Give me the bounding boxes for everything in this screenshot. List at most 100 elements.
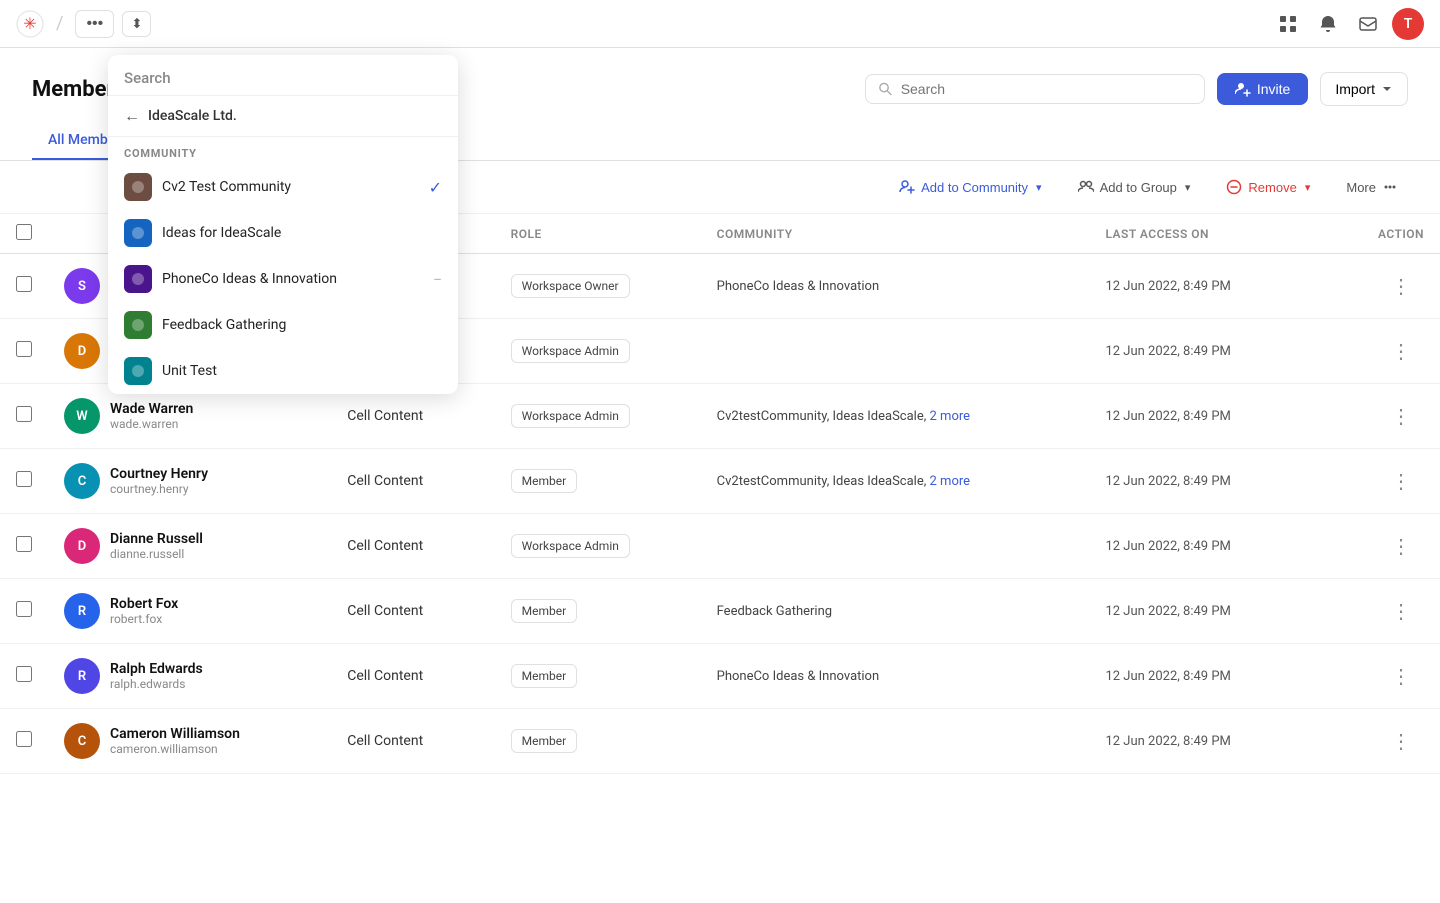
last-access: 12 Jun 2022, 8:49 PM (1105, 409, 1230, 424)
import-button[interactable]: Import (1320, 72, 1408, 106)
breadcrumb-more-button[interactable]: ••• (75, 10, 114, 38)
add-to-group-button[interactable]: Add to Group ▾ (1068, 173, 1201, 201)
search-input[interactable] (901, 81, 1192, 97)
role-badge: Member (511, 664, 578, 688)
avatar: S (64, 268, 100, 304)
breadcrumb-slash: / (56, 13, 63, 34)
dropdown-item-label: Feedback Gathering (162, 317, 286, 333)
member-cell: W Wade Warren wade.warren (64, 398, 315, 434)
member-name: Courtney Henry (110, 466, 208, 482)
dropdown-back-label: IdeaScale Ltd. (148, 108, 237, 124)
dropdown-item-icon (124, 173, 152, 201)
role-badge: Workspace Owner (511, 274, 630, 298)
community-text: Feedback Gathering (717, 604, 832, 619)
cell-content: Cell Content (347, 603, 423, 619)
member-username: cameron.williamson (110, 742, 240, 756)
last-access: 12 Jun 2022, 8:49 PM (1105, 474, 1230, 489)
dropdown-community-item[interactable]: PhoneCo Ideas & Innovation − (108, 256, 458, 302)
member-name: Wade Warren (110, 401, 193, 417)
community-more-link[interactable]: 2 more (930, 474, 971, 489)
notifications-icon[interactable] (1312, 8, 1344, 40)
add-community-label: Add to Community (921, 180, 1028, 195)
cell-content: Cell Content (347, 668, 423, 684)
member-cell: C Courtney Henry courtney.henry (64, 463, 315, 499)
dropdown-community-item[interactable]: Feedback Gathering (108, 302, 458, 348)
user-avatar[interactable]: T (1392, 8, 1424, 40)
avatar: R (64, 593, 100, 629)
row-checkbox[interactable] (16, 471, 32, 487)
row-action-button[interactable]: ⋮ (1383, 660, 1419, 693)
table-row: R Ralph Edwards ralph.edwards Cell Conte… (0, 644, 1440, 709)
community-more-link[interactable]: 2 more (930, 409, 971, 424)
dropdown-item-icon (124, 357, 152, 385)
avatar: W (64, 398, 100, 434)
more-label: More (1346, 180, 1376, 195)
search-box[interactable] (865, 74, 1205, 104)
col-header-check (0, 214, 48, 254)
nav-arrows-button[interactable]: ⬍ (122, 11, 151, 37)
row-action-button[interactable]: ⋮ (1383, 335, 1419, 368)
member-cell: R Robert Fox robert.fox (64, 593, 315, 629)
remove-button[interactable]: Remove ▾ (1216, 173, 1320, 201)
role-badge: Member (511, 469, 578, 493)
last-access: 12 Jun 2022, 8:49 PM (1105, 734, 1230, 749)
expand-icon: − (433, 270, 442, 289)
row-checkbox[interactable] (16, 601, 32, 617)
more-button[interactable]: More (1336, 173, 1408, 201)
row-checkbox[interactable] (16, 341, 32, 357)
row-checkbox[interactable] (16, 406, 32, 422)
apps-icon[interactable] (1272, 8, 1304, 40)
mail-icon[interactable] (1352, 8, 1384, 40)
member-username: courtney.henry (110, 482, 208, 496)
header-actions: Invite Import (865, 72, 1408, 106)
invite-icon (1235, 81, 1251, 97)
search-icon (878, 81, 893, 97)
dropdown-community-item[interactable]: Unit Test (108, 348, 458, 394)
row-action-button[interactable]: ⋮ (1383, 270, 1419, 303)
member-name: Robert Fox (110, 596, 178, 612)
member-username: robert.fox (110, 612, 178, 626)
role-badge: Member (511, 599, 578, 623)
dropdown-item-icon (124, 219, 152, 247)
row-checkbox[interactable] (16, 666, 32, 682)
row-checkbox[interactable] (16, 536, 32, 552)
avatar: D (64, 528, 100, 564)
dropdown-item-label: Ideas for IdeaScale (162, 225, 281, 241)
member-username: ralph.edwards (110, 677, 203, 691)
last-access: 12 Jun 2022, 8:49 PM (1105, 539, 1230, 554)
table-row: C Cameron Williamson cameron.williamson … (0, 709, 1440, 774)
member-name: Cameron Williamson (110, 726, 240, 742)
cell-content: Cell Content (347, 473, 423, 489)
dropdown-community-item[interactable]: Cv2 Test Community ✓ (108, 164, 458, 210)
add-to-community-button[interactable]: Add to Community ▾ (889, 173, 1051, 201)
select-all-checkbox[interactable] (16, 224, 32, 240)
row-checkbox[interactable] (16, 731, 32, 747)
dropdown-community-item[interactable]: Ideas for IdeaScale (108, 210, 458, 256)
invite-button[interactable]: Invite (1217, 73, 1308, 105)
app-logo[interactable]: ✳ (16, 10, 44, 38)
col-header-access: Last access on (1089, 214, 1361, 254)
row-checkbox[interactable] (16, 276, 32, 292)
role-badge: Workspace Admin (511, 339, 630, 363)
member-username: wade.warren (110, 417, 193, 431)
avatar: R (64, 658, 100, 694)
role-badge: Workspace Admin (511, 404, 630, 428)
avatar: C (64, 463, 100, 499)
more-dots-icon (1382, 179, 1398, 195)
dropdown-search-label: Search (108, 55, 458, 96)
row-action-button[interactable]: ⋮ (1383, 400, 1419, 433)
community-text: PhoneCo Ideas & Innovation (717, 279, 880, 294)
svg-text:✳: ✳ (23, 14, 36, 33)
cell-content: Cell Content (347, 538, 423, 554)
role-badge: Workspace Admin (511, 534, 630, 558)
row-action-button[interactable]: ⋮ (1383, 530, 1419, 563)
row-action-button[interactable]: ⋮ (1383, 595, 1419, 628)
row-action-button[interactable]: ⋮ (1383, 725, 1419, 758)
add-group-icon (1078, 179, 1094, 195)
add-community-icon (899, 179, 915, 195)
add-group-label: Add to Group (1100, 180, 1177, 195)
dropdown-back-button[interactable]: ← IdeaScale Ltd. (108, 96, 458, 137)
row-action-button[interactable]: ⋮ (1383, 465, 1419, 498)
dropdown-item-icon (124, 311, 152, 339)
add-community-chevron: ▾ (1036, 181, 1042, 194)
